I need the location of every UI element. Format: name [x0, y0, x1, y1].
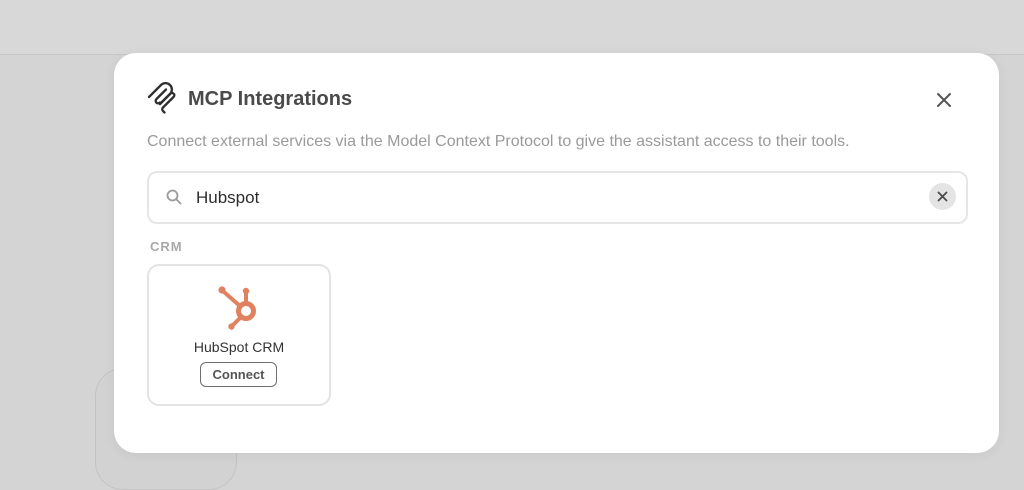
- close-icon: [937, 93, 951, 107]
- category-label-crm: CRM: [150, 239, 183, 254]
- integration-card-hubspot[interactable]: HubSpot CRM Connect: [147, 264, 331, 406]
- search-input[interactable]: [196, 173, 896, 222]
- connect-button[interactable]: Connect: [200, 362, 277, 387]
- modal-description: Connect external services via the Model …: [147, 133, 850, 150]
- background-header: [0, 0, 1024, 55]
- clear-icon: [937, 191, 948, 202]
- search-icon: [166, 189, 182, 205]
- hubspot-icon: [218, 286, 256, 330]
- modal-title: MCP Integrations: [188, 88, 353, 110]
- integration-name: HubSpot CRM: [193, 339, 285, 355]
- search-box: [147, 171, 968, 224]
- close-button[interactable]: [930, 86, 958, 114]
- mcp-logo-icon: [147, 82, 176, 114]
- mcp-integrations-modal: MCP Integrations Connect external servic…: [114, 53, 999, 453]
- clear-search-button[interactable]: [929, 183, 956, 210]
